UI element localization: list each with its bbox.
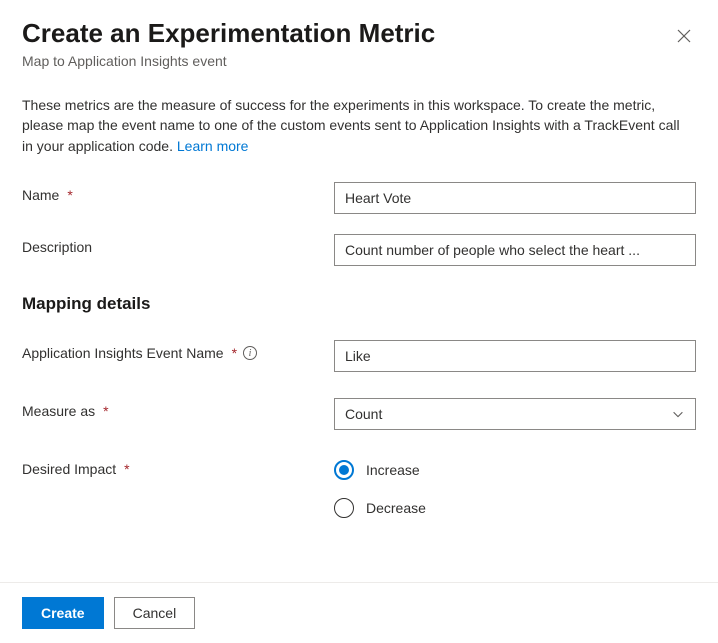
description-label: Description [22, 234, 322, 255]
learn-more-link[interactable]: Learn more [177, 138, 249, 154]
radio-decrease[interactable]: Decrease [334, 498, 696, 518]
event-name-input[interactable] [334, 340, 696, 372]
radio-circle-icon [334, 498, 354, 518]
radio-circle-icon [334, 460, 354, 480]
info-icon[interactable]: i [243, 346, 257, 360]
chevron-down-icon [671, 407, 685, 421]
event-name-label: Application Insights Event Name* i [22, 340, 322, 361]
mapping-details-heading: Mapping details [22, 294, 696, 314]
footer-bar: Create Cancel [0, 582, 718, 643]
name-label: Name* [22, 182, 322, 203]
description-input[interactable] [334, 234, 696, 266]
close-icon [676, 28, 692, 44]
measure-as-label: Measure as* [22, 398, 322, 419]
measure-as-select[interactable]: Count [334, 398, 696, 430]
help-text-body: These metrics are the measure of success… [22, 97, 680, 154]
create-button[interactable]: Create [22, 597, 104, 629]
page-title: Create an Experimentation Metric [22, 18, 435, 49]
cancel-button[interactable]: Cancel [114, 597, 196, 629]
close-button[interactable] [672, 24, 696, 48]
page-subtitle: Map to Application Insights event [22, 53, 696, 69]
desired-impact-label: Desired Impact* [22, 456, 322, 477]
help-text: These metrics are the measure of success… [22, 95, 692, 156]
name-input[interactable] [334, 182, 696, 214]
radio-decrease-label: Decrease [366, 500, 426, 516]
radio-increase[interactable]: Increase [334, 460, 696, 480]
desired-impact-radiogroup: Increase Decrease [334, 456, 696, 518]
measure-as-value: Count [345, 406, 382, 422]
radio-increase-label: Increase [366, 462, 420, 478]
